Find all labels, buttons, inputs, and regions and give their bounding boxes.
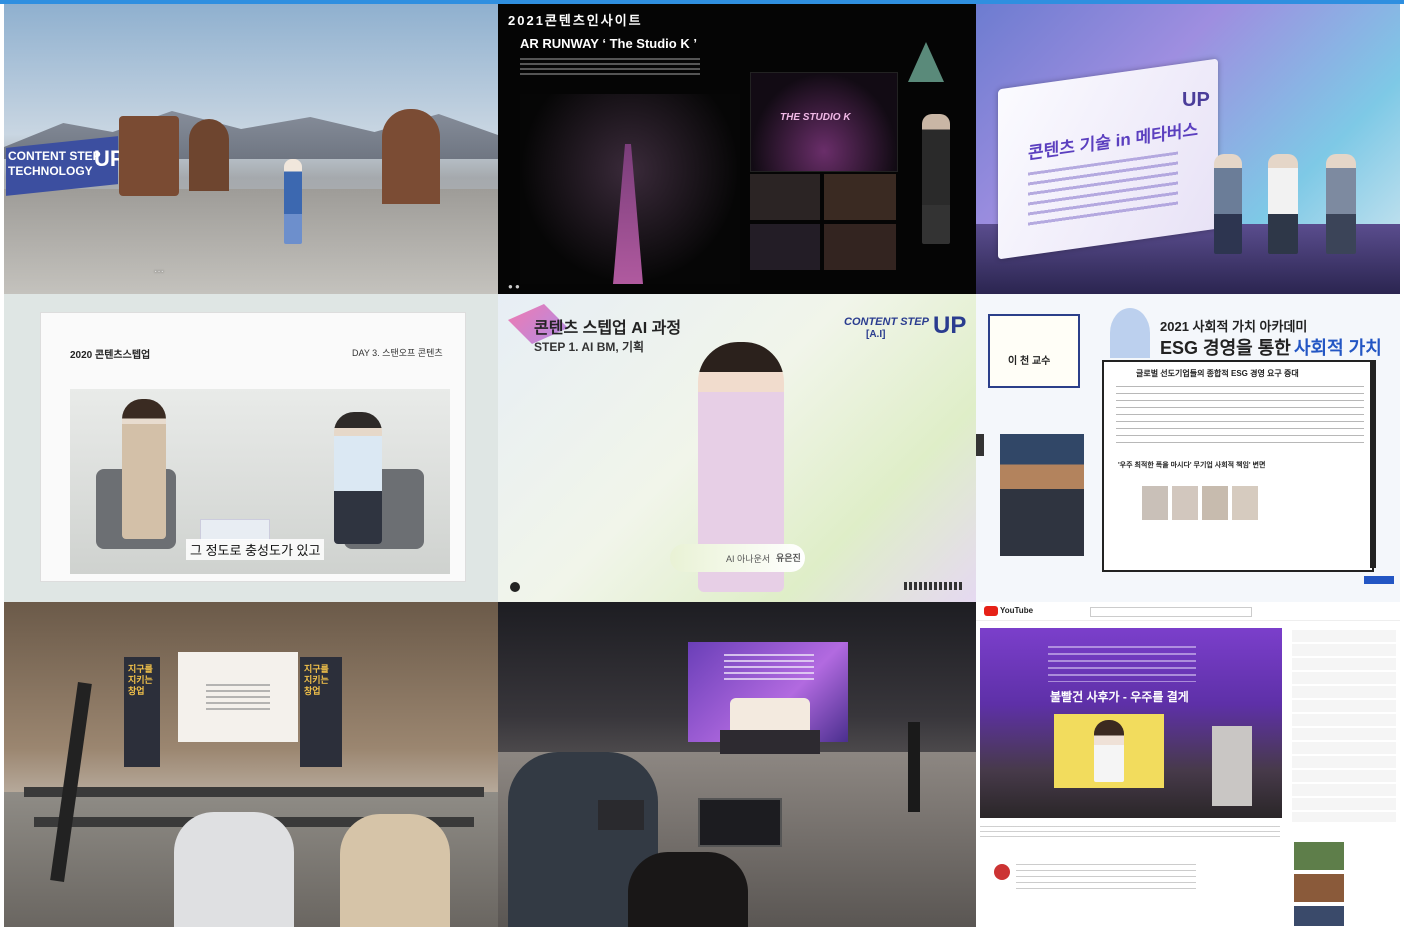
tile-esg-lecture: 이 천 교수 2021 사회적 가치 아카데미 ESG 경영을 통한 사회적 가… xyxy=(976,294,1400,602)
tile-interview: 2020 콘텐츠스텝업 DAY 3. 스탠오프 콘텐츠 그 정도로 충성도가 있… xyxy=(4,294,498,602)
tile3-logo-up: UP xyxy=(1182,89,1210,111)
tile5-logo-up: UP xyxy=(933,312,967,339)
youtube-icon xyxy=(984,606,998,616)
tile-virtual-stage: CONTENT STEP TECHNOLOGY UP ··· xyxy=(4,4,498,294)
presenter-figure xyxy=(284,159,302,244)
tile-metaverse-panel: 콘텐츠 기술 in 메타버스 UP xyxy=(976,4,1400,294)
tile5-logo-ai: [A.I] xyxy=(866,329,886,340)
tile5-nameplate-role: AI 아나운서 xyxy=(726,554,771,564)
tile2-title: AR RUNWAY ‘ The Studio K ’ xyxy=(520,36,697,51)
tile-studio-recording xyxy=(498,602,976,927)
photo-collage: CONTENT STEP TECHNOLOGY UP ··· 2021콘텐츠인사… xyxy=(4,4,1400,927)
tile1-logo-line2: TECHNOLOGY xyxy=(8,164,93,178)
tile4-caption: 그 정도로 충성도가 있고 xyxy=(186,539,325,560)
youtube-search-box[interactable] xyxy=(1090,607,1252,617)
tile-ar-runway: 2021콘텐츠인사이트 AR RUNWAY ‘ The Studio K ’ T… xyxy=(498,4,976,294)
presenter-figure xyxy=(922,114,950,244)
tile6-bullet: 글로벌 선도기업들의 종합적 ESG 경영 요구 증대 xyxy=(1136,369,1299,378)
tile1-logo-line1: CONTENT STEP xyxy=(8,149,101,163)
tile5-subtitle: STEP 1. AI BM, 기획 xyxy=(534,340,645,354)
tile6-quote: '우주 최적한 폭을 마시다' 무기업 사회적 책임' 변면 xyxy=(1118,462,1266,469)
tile6-speaker: 이 천 교수 xyxy=(1008,356,1051,367)
tile6-headline-part1: ESG 경영을 통한 xyxy=(1160,338,1291,358)
tile9-logo: YouTube xyxy=(1000,606,1034,615)
tile2-studio-sign: THE STUDIO K xyxy=(780,112,851,123)
tile7-banner-right: 지구를 지키는 창업 xyxy=(304,664,329,696)
tile4-program: 2020 콘텐츠스텝업 xyxy=(70,350,151,361)
tile7-banner-left: 지구를 지키는 창업 xyxy=(128,664,153,696)
tile2-header: 2021콘텐츠인사이트 xyxy=(508,13,643,28)
tile-ai-announcer: 콘텐츠 스텝업 AI 과정 STEP 1. AI BM, 기획 CONTENT … xyxy=(498,294,976,602)
tile9-video-title: 불빨건 사후가 - 우주를 결게 xyxy=(1050,690,1189,704)
tile6-academy: 2021 사회적 가치 아카데미 xyxy=(1160,319,1308,334)
tile-youtube-live: YouTube 불빨건 사후가 - 우주를 결게 xyxy=(976,602,1400,927)
tile4-day: DAY 3. 스탠오프 콘텐츠 xyxy=(352,348,443,358)
tile5-nameplate-name: 유은진 xyxy=(776,553,801,563)
tile5-title: 콘텐츠 스텝업 AI 과정 xyxy=(534,320,682,337)
tile5-logo: CONTENT STEP xyxy=(844,316,929,328)
tile-classroom-audience: 지구를 지키는 창업 지구를 지키는 창업 xyxy=(4,602,498,927)
